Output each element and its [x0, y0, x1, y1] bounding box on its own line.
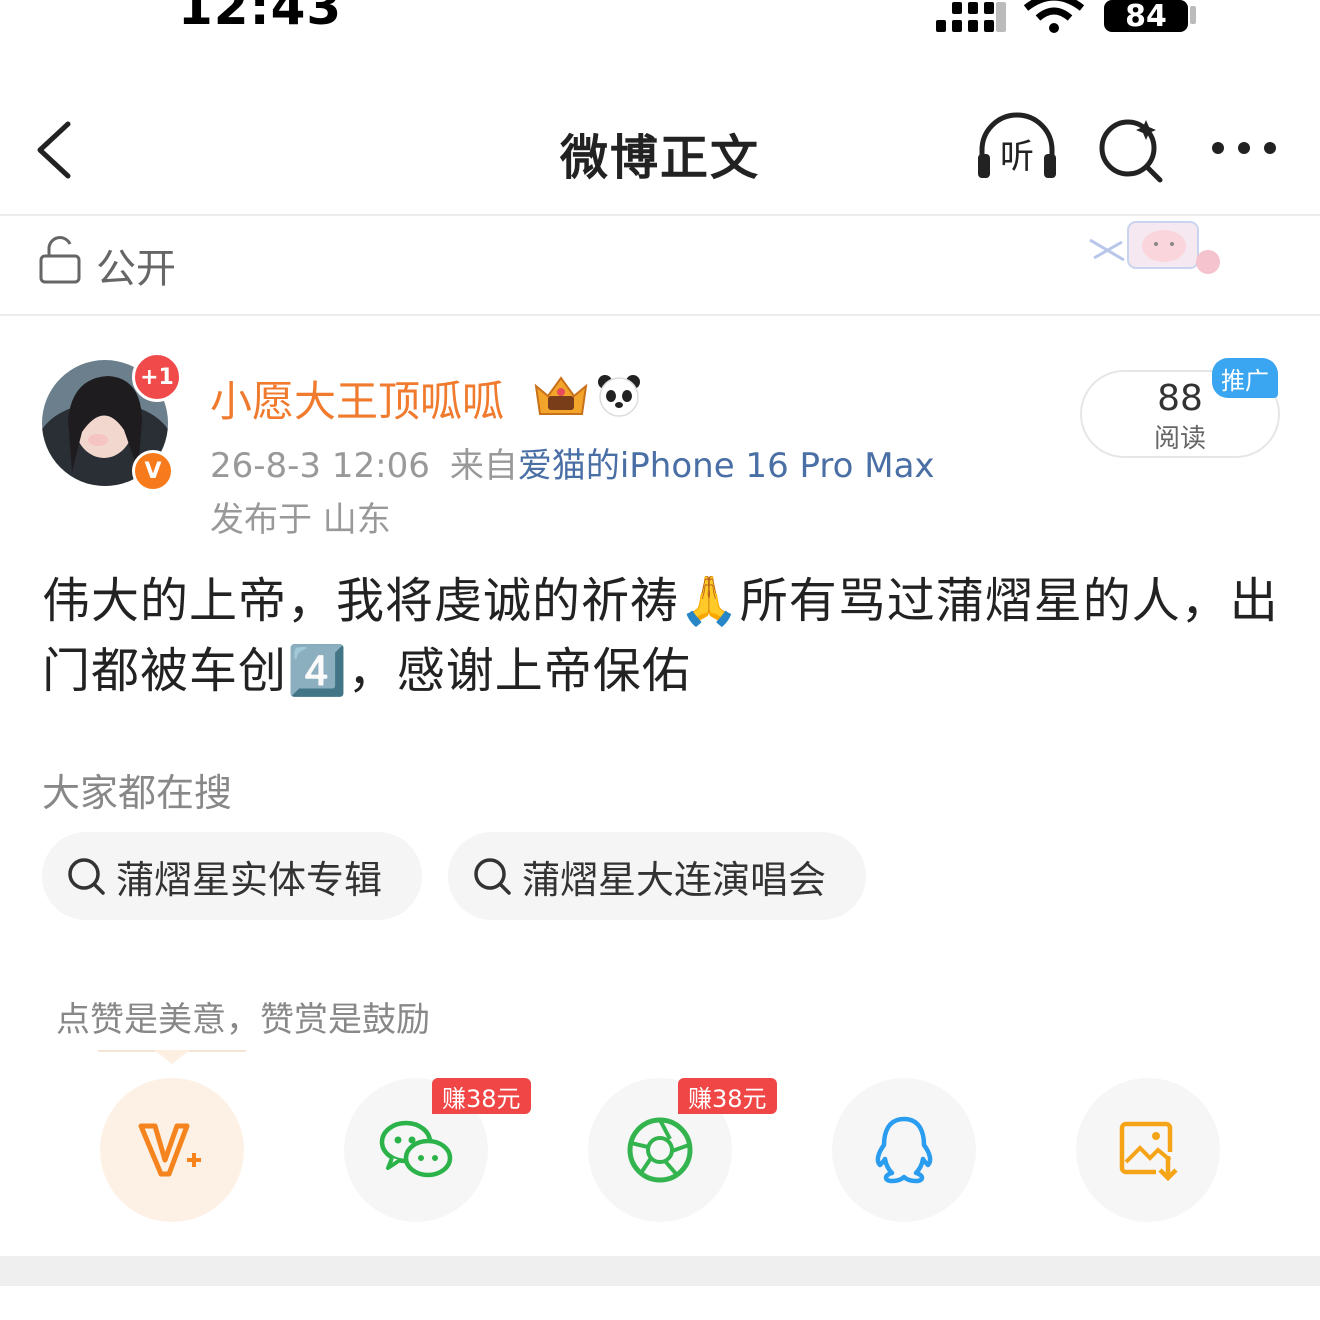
plus-one-badge: +1	[132, 352, 182, 402]
listen-headphones-icon[interactable]: 听	[974, 112, 1060, 184]
promote-tag[interactable]: 推广	[1212, 358, 1278, 398]
more-options-icon[interactable]	[1204, 128, 1284, 168]
svg-text:听: 听	[1000, 137, 1034, 177]
trending-search-heading: 大家都在搜	[42, 771, 233, 815]
reward-button[interactable]	[100, 1078, 244, 1222]
visibility-label: 公开	[96, 246, 176, 292]
crown-badge-icon	[534, 376, 588, 415]
battery-level: 84	[1104, 0, 1188, 34]
post-location: 发布于 山东	[210, 500, 391, 540]
search-chip-label: 蒲熠星实体专辑	[116, 857, 383, 902]
moments-aperture-icon	[627, 1117, 693, 1183]
wechat-icon	[379, 1120, 453, 1178]
post-date: 26-8-3 12:06	[210, 446, 430, 486]
search-chip[interactable]: 蒲熠星实体专辑	[42, 832, 422, 920]
wifi-icon	[1023, 0, 1085, 33]
search-icon	[474, 858, 511, 895]
decorative-cat-sticker-icon	[1089, 221, 1220, 274]
post-text: 伟大的上帝，我将虔诚的祈祷🙏所有骂过蒲熠星的人，出门都被车创4️⃣，感谢上帝保佑	[42, 573, 1279, 699]
earn-badge: 赚38元	[678, 1078, 777, 1114]
unlock-icon	[39, 236, 81, 284]
author-name[interactable]: 小愿大王顶呱呱	[210, 368, 504, 429]
search-icon[interactable]	[1096, 112, 1166, 184]
read-label: 阅读	[1153, 424, 1206, 454]
tip-text: 点赞是美意，赞赏是鼓励	[56, 1000, 430, 1040]
post-meta: 26-8-3 12:06 来自爱猫的iPhone 16 Pro Max	[210, 438, 935, 487]
tip-pointer	[154, 1050, 190, 1064]
bottom-separator	[0, 1256, 1320, 1286]
cellular-signal-icon	[936, 2, 1006, 32]
save-image-icon	[1119, 1121, 1178, 1182]
qq-penguin-icon	[875, 1116, 933, 1184]
v-plus-icon	[138, 1123, 201, 1177]
save-image-button[interactable]	[1076, 1078, 1220, 1222]
verified-badge: V	[132, 450, 174, 492]
source-label: 来自	[449, 446, 518, 486]
device-link[interactable]: 爱猫的iPhone 16 Pro Max	[518, 446, 935, 486]
status-time: 12:43	[178, 0, 343, 36]
search-icon	[68, 858, 105, 895]
earn-badge: 赚38元	[432, 1078, 531, 1114]
section-divider	[0, 314, 1320, 316]
panda-icon	[598, 375, 640, 417]
search-chip[interactable]: 蒲熠星大连演唱会	[448, 832, 866, 920]
share-qq-button[interactable]	[832, 1078, 976, 1222]
battery-indicator: 84	[1104, 0, 1198, 34]
search-chip-label: 蒲熠星大连演唱会	[522, 857, 827, 902]
